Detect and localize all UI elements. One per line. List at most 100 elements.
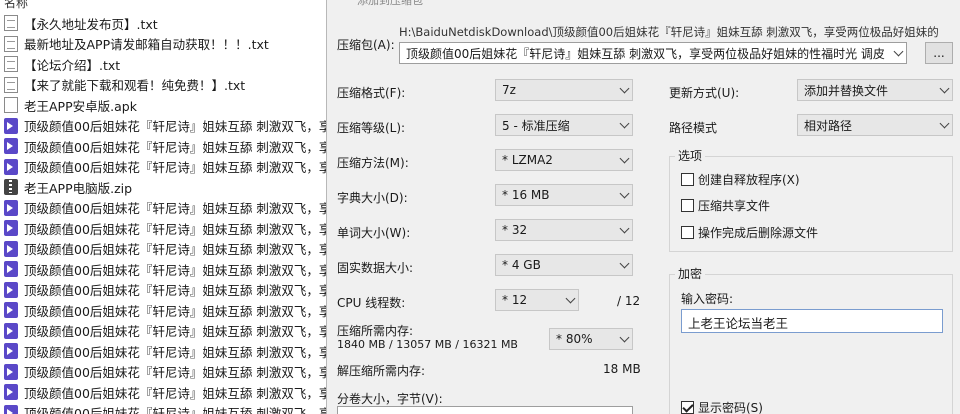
file-name: 老王APP电脑版.zip <box>24 180 133 196</box>
video-file-icon <box>4 240 18 257</box>
archive-label: 压缩包(A): <box>337 38 395 52</box>
show-password-checkbox[interactable]: 显示密码(S) <box>681 399 763 414</box>
chevron-down-icon[interactable] <box>616 80 632 100</box>
chevron-down-icon[interactable] <box>562 290 578 310</box>
password-label: 输入密码: <box>681 292 734 306</box>
chevron-down-icon[interactable] <box>616 407 632 414</box>
file-row[interactable]: 老王APP电脑版.zip <box>4 177 132 197</box>
video-file-icon <box>4 220 18 236</box>
chevron-down-icon[interactable] <box>936 115 952 135</box>
password-input[interactable]: 上老王论坛当老王 <box>681 309 943 333</box>
format-value: 7z <box>502 83 516 97</box>
chevron-down-icon[interactable] <box>890 43 906 63</box>
file-row[interactable]: 顶级颜值00后姐妹花『轩尼诗』姐妹互舔 刺激双飞，享 <box>4 300 330 320</box>
file-name: 最新地址及APP请发邮箱自动获取！！！.txt <box>24 37 269 52</box>
file-row[interactable]: 顶级颜值00后姐妹花『轩尼诗』姐妹互舔 刺激双飞，享 <box>4 136 330 156</box>
level-value: 5 - 标准压缩 <box>502 118 570 133</box>
archive-name-value: 顶级颜值00后姐妹花『轩尼诗』姐妹互舔 刺激双飞，享受两位极品好姐妹的性福时光 … <box>406 46 885 61</box>
chevron-down-icon[interactable] <box>616 255 632 275</box>
checkbox-box[interactable] <box>681 173 694 186</box>
file-name: 顶级颜值00后姐妹花『轩尼诗』姐妹互舔 刺激双飞，享 <box>24 324 330 339</box>
file-name: 顶级颜值00后姐妹花『轩尼诗』姐妹互舔 刺激双飞，享 <box>24 119 330 134</box>
video-file-icon <box>4 158 18 175</box>
threads-select[interactable]: * 12 <box>495 289 579 311</box>
video-file-icon <box>4 302 18 318</box>
level-label: 压缩等级(L): <box>337 121 406 135</box>
shared-files-checkbox[interactable]: 压缩共享文件 <box>681 197 770 214</box>
file-name: 顶级颜值00后姐妹花『轩尼诗』姐妹互舔 刺激双飞，享 <box>24 344 330 360</box>
video-file-icon <box>4 404 18 414</box>
file-row[interactable]: 顶级颜值00后姐妹花『轩尼诗』姐妹互舔 刺激双飞，享 <box>4 403 330 414</box>
file-row[interactable]: 老王APP安卓版.apk <box>4 95 137 115</box>
update-mode-label: 更新方式(U): <box>669 86 740 100</box>
file-row[interactable]: 顶级颜值00后姐妹花『轩尼诗』姐妹互舔 刺激双飞，享 <box>4 239 330 259</box>
browse-button[interactable]: ... <box>925 42 953 64</box>
memory-usage-select[interactable]: * 80% <box>549 328 633 350</box>
chevron-down-icon[interactable] <box>936 80 952 100</box>
compress-memory-label: 压缩所需内存: <box>337 324 414 338</box>
split-size-label: 分卷大小，字节(V): <box>337 392 443 406</box>
delete-after-checkbox[interactable]: 操作完成后删除源文件 <box>681 224 818 241</box>
word-size-select[interactable]: * 32 <box>495 219 633 241</box>
video-file-icon <box>4 363 18 380</box>
file-row[interactable]: 【来了就能下载和观看！纯免费！】.txt <box>4 75 245 95</box>
word-size-value: * 32 <box>502 223 528 237</box>
file-row[interactable]: 顶级颜值00后姐妹花『轩尼诗』姐妹互舔 刺激双飞，享 <box>4 321 330 341</box>
video-file-icon <box>4 117 18 134</box>
path-mode-label: 路径模式 <box>669 121 718 135</box>
format-label: 压缩格式(F): <box>337 86 406 100</box>
solid-block-select[interactable]: * 4 GB <box>495 254 633 276</box>
file-row[interactable]: 顶级颜值00后姐妹花『轩尼诗』姐妹互舔 刺激双飞，享 <box>4 218 330 238</box>
dictionary-select[interactable]: * 16 MB <box>495 184 633 206</box>
file-row[interactable]: 顶级颜值00后姐妹花『轩尼诗』姐妹互舔 刺激双飞，享 <box>4 280 330 300</box>
chevron-down-icon[interactable] <box>616 185 632 205</box>
delete-after-label: 操作完成后删除源文件 <box>698 226 819 240</box>
video-file-icon <box>4 281 18 298</box>
archive-name-combobox[interactable]: 顶级颜值00后姐妹花『轩尼诗』姐妹互舔 刺激双飞，享受两位极品好姐妹的性福时光 … <box>399 42 907 64</box>
file-name: 顶级颜值00后姐妹花『轩尼诗』姐妹互舔 刺激双飞，享 <box>24 221 330 237</box>
txt-file-icon <box>4 35 18 52</box>
checkbox-box[interactable] <box>681 401 694 414</box>
file-row[interactable]: 【论坛介绍】.txt <box>4 54 120 74</box>
file-row[interactable]: 顶级颜值00后姐妹花『轩尼诗』姐妹互舔 刺激双飞，享 <box>4 198 330 218</box>
format-select[interactable]: 7z <box>495 79 633 101</box>
chevron-down-icon[interactable] <box>616 329 632 349</box>
update-mode-select[interactable]: 添加并替换文件 <box>797 79 953 101</box>
checkbox-box[interactable] <box>681 199 694 212</box>
chevron-down-icon[interactable] <box>616 220 632 240</box>
method-label: 压缩方法(M): <box>337 156 409 170</box>
file-name: 顶级颜值00后姐妹花『轩尼诗』姐妹互舔 刺激双飞，享 <box>24 262 330 278</box>
path-mode-select[interactable]: 相对路径 <box>797 114 953 136</box>
chevron-down-icon[interactable] <box>616 115 632 135</box>
file-row[interactable]: 【永久地址发布页】.txt <box>4 13 158 33</box>
file-list-pane: 名称 【永久地址发布页】.txt 最新地址及APP请发邮箱自动获取！！！.txt 【… <box>0 0 330 414</box>
txt-file-icon <box>4 15 18 31</box>
chevron-down-icon[interactable] <box>616 150 632 170</box>
dictionary-label: 字典大小(D): <box>337 191 408 205</box>
file-name: 顶级颜值00后姐妹花『轩尼诗』姐妹互舔 刺激双飞，享 <box>24 242 330 257</box>
file-row[interactable]: 顶级颜值00后姐妹花『轩尼诗』姐妹互舔 刺激双飞，享 <box>4 341 330 361</box>
file-row[interactable]: 顶级颜值00后姐妹花『轩尼诗』姐妹互舔 刺激双飞，享 <box>4 362 330 382</box>
sfx-checkbox[interactable]: 创建自释放程序(X) <box>681 171 800 188</box>
checkbox-box[interactable] <box>681 226 694 239</box>
options-title: 选项 <box>675 147 706 164</box>
method-select[interactable]: * LZMA2 <box>495 149 633 171</box>
file-row[interactable]: 顶级颜值00后姐妹花『轩尼诗』姐妹互舔 刺激双飞，享 <box>4 116 330 136</box>
split-size-combobox[interactable] <box>337 406 633 414</box>
file-name: 顶级颜值00后姐妹花『轩尼诗』姐妹互舔 刺激双飞，享 <box>24 303 330 319</box>
name-column-header[interactable]: 名称 <box>4 0 28 10</box>
file-row[interactable]: 最新地址及APP请发邮箱自动获取！！！.txt <box>4 34 269 54</box>
file-row[interactable]: 顶级颜值00后姐妹花『轩尼诗』姐妹互舔 刺激双飞，享 <box>4 157 330 177</box>
apk-file-icon <box>4 97 18 113</box>
dictionary-value: * 16 MB <box>502 188 550 202</box>
file-row[interactable]: 顶级颜值00后姐妹花『轩尼诗』姐妹互舔 刺激双飞，享 <box>4 259 330 279</box>
file-name: 老王APP安卓版.apk <box>24 98 137 114</box>
sfx-label: 创建自释放程序(X) <box>698 173 800 187</box>
level-select[interactable]: 5 - 标准压缩 <box>495 114 633 136</box>
video-file-icon <box>4 138 18 154</box>
compress-memory-detail: 1840 MB / 13057 MB / 16321 MB <box>337 338 518 351</box>
zip-file-icon <box>4 179 18 195</box>
file-name: 【永久地址发布页】.txt <box>24 16 158 32</box>
file-row[interactable]: 顶级颜值00后姐妹花『轩尼诗』姐妹互舔 刺激双飞，享 <box>4 382 330 402</box>
decompress-memory-label: 解压缩所需内存: <box>337 364 426 378</box>
